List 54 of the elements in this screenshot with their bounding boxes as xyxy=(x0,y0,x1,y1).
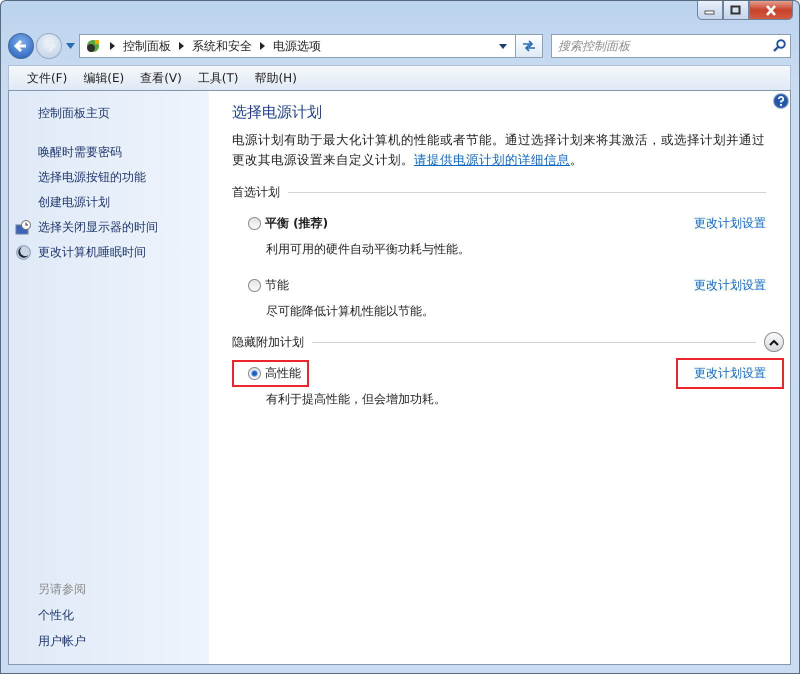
change-settings-link[interactable]: 更改计划设置 xyxy=(676,270,784,301)
refresh-icon xyxy=(521,39,537,53)
radio-button[interactable] xyxy=(248,367,261,380)
refresh-button[interactable] xyxy=(515,34,543,58)
sidebar-link[interactable]: 个性化 xyxy=(38,607,74,624)
plan-radio-option[interactable]: 平衡 (推荐) xyxy=(232,210,336,237)
monitor-clock-icon xyxy=(15,220,32,235)
group-heading: 隐藏附加计划 xyxy=(232,334,304,350)
menu-item[interactable]: 帮助(H) xyxy=(246,70,305,86)
minimize-button[interactable] xyxy=(697,1,723,20)
page-title: 选择电源计划 xyxy=(232,103,323,122)
details-link[interactable]: 请提供电源计划的详细信息 xyxy=(414,152,570,167)
moon-icon xyxy=(15,245,32,260)
dropdown-icon[interactable] xyxy=(499,44,507,48)
plan-description: 利用可用的硬件自动平衡功耗与性能。 xyxy=(266,241,471,258)
plan-radio-option[interactable]: 节能 xyxy=(232,272,297,299)
sidebar-link[interactable]: 控制面板主页 xyxy=(38,105,110,122)
menu-item[interactable]: 编辑(E) xyxy=(75,70,132,86)
search-field[interactable]: 搜索控制面板 xyxy=(551,34,791,58)
sidebar-link[interactable]: 创建电源计划 xyxy=(38,194,110,211)
change-settings-link[interactable]: 更改计划设置 xyxy=(676,358,784,389)
section-heading: 另请参阅 xyxy=(38,581,87,598)
maximize-button[interactable] xyxy=(723,1,749,20)
sidebar-link[interactable]: 选择关闭显示器的时间 xyxy=(38,219,158,236)
chevron-icon xyxy=(110,42,115,50)
plan-description: 尽可能降低计算机性能以节能。 xyxy=(266,303,435,320)
plan-radio-option[interactable]: 高性能 xyxy=(232,360,309,387)
group-heading: 首选计划 xyxy=(232,184,280,200)
address-bar[interactable]: 控制面板 系统和安全 电源选项 xyxy=(79,34,516,58)
sidebar-link[interactable]: 唤醒时需要密码 xyxy=(38,144,122,161)
chevron-icon xyxy=(769,338,779,346)
menu-item[interactable]: 查看(V) xyxy=(132,70,190,86)
breadcrumb[interactable]: 系统和安全 xyxy=(192,38,252,54)
close-button[interactable] xyxy=(749,1,793,20)
menu-item[interactable]: 文件(F) xyxy=(19,70,76,86)
maximize-icon xyxy=(730,5,742,15)
description: 电源计划有助于最大化计算机的性能或者节能。通过选择计划来将其激活，或选择计划并通过更改其电源设置来自定义计划。请提供电源计划的详细信息。 xyxy=(232,131,766,169)
menu-item[interactable]: 工具(T) xyxy=(190,70,246,86)
collapse-button[interactable] xyxy=(764,332,784,352)
plan-description: 有利于提高性能，但会增加功耗。 xyxy=(266,391,447,408)
breadcrumb[interactable]: 电源选项 xyxy=(273,38,321,54)
breadcrumb[interactable]: 控制面板 xyxy=(123,38,171,54)
help-icon[interactable] xyxy=(773,93,789,109)
radio-button[interactable] xyxy=(248,279,261,292)
sidebar-link[interactable]: 用户帐户 xyxy=(38,633,86,650)
search-icon xyxy=(773,39,786,52)
sidebar-link[interactable]: 更改计算机睡眠时间 xyxy=(38,244,146,261)
sidebar-link[interactable]: 选择电源按钮的功能 xyxy=(38,169,146,186)
close-icon xyxy=(764,4,778,16)
radio-button[interactable] xyxy=(248,217,261,230)
chevron-icon xyxy=(260,42,265,50)
change-settings-link[interactable]: 更改计划设置 xyxy=(676,208,784,239)
chevron-icon xyxy=(179,42,184,50)
back-button[interactable] xyxy=(8,33,34,59)
